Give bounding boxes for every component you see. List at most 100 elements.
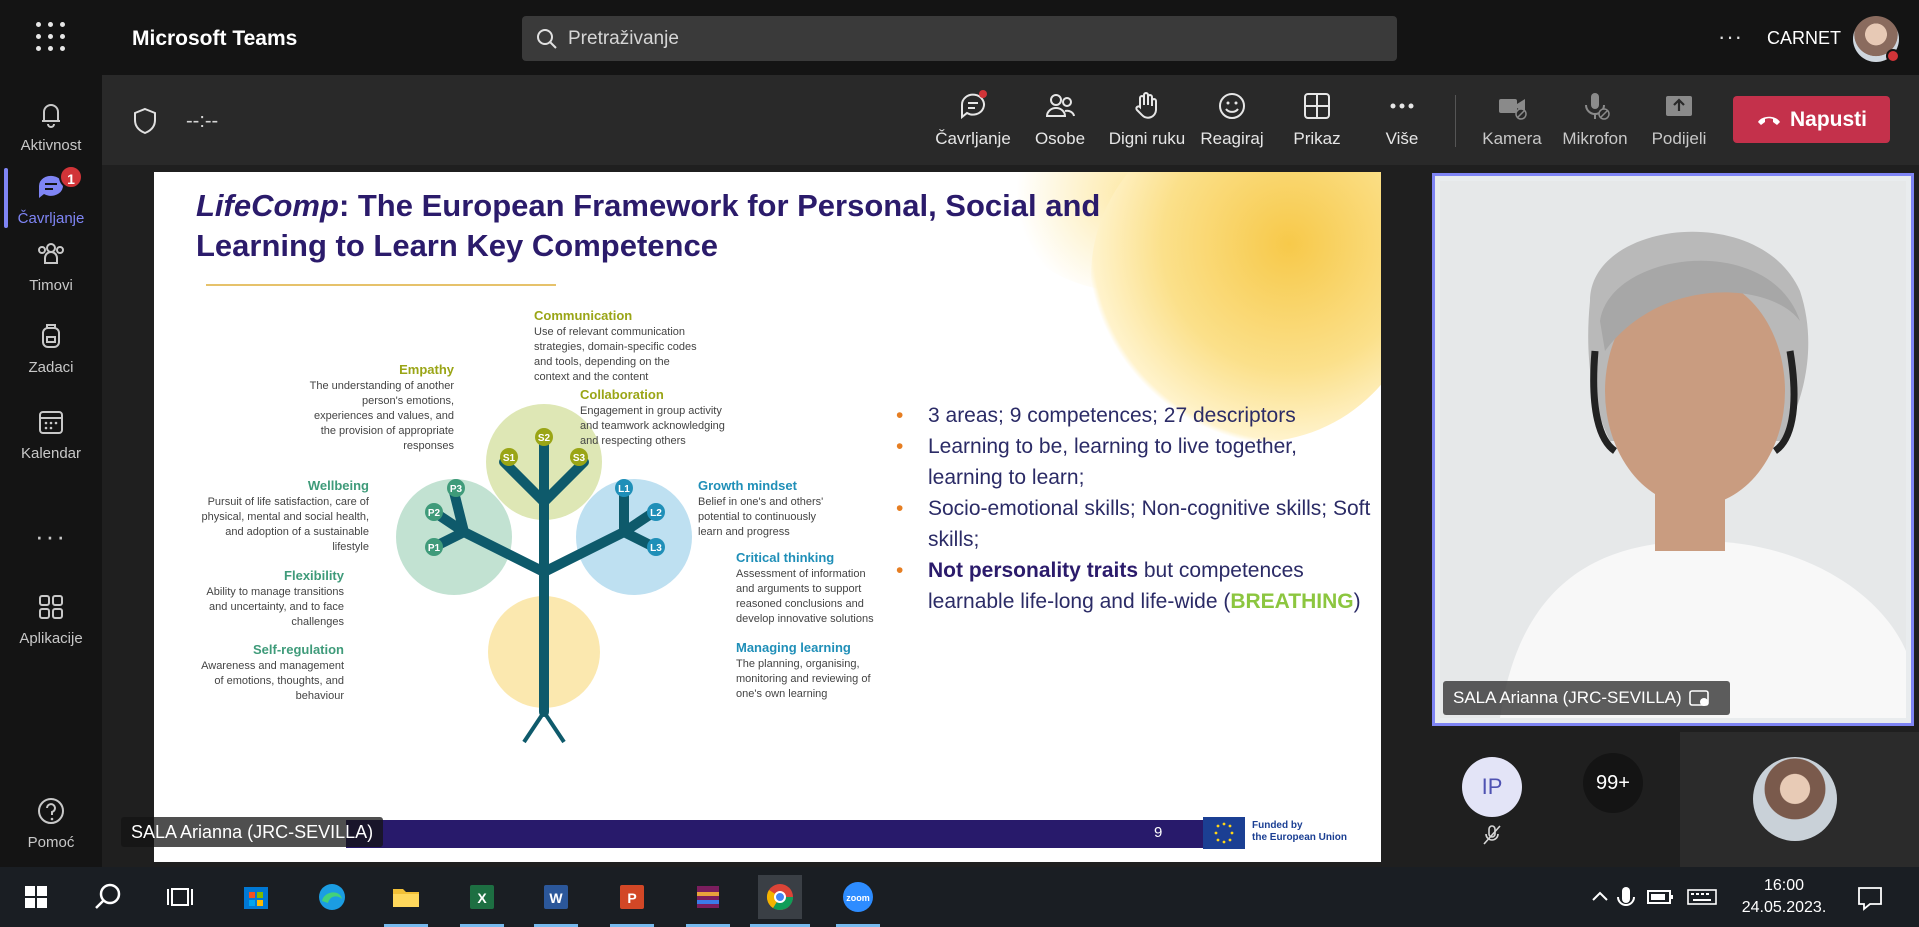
leave-button[interactable]: Napusti [1733,96,1890,143]
node-s3: S3 [573,453,586,464]
comp-flexibility: Flexibility Ability to manage transition… [194,568,344,630]
leave-label: Napusti [1789,108,1867,131]
eu-flag-icon [1203,817,1245,849]
chrome-icon[interactable] [758,875,802,919]
rail-label: Zadaci [28,359,74,376]
rail-label: Kalendar [20,445,82,462]
view-button[interactable]: Prikaz [1282,85,1352,161]
teams-icon [38,243,64,264]
file-explorer-icon[interactable] [384,875,428,919]
keyboard-icon[interactable] [1680,875,1724,919]
windows-taskbar: X W P zoom 16:00 24.05.2023. [0,867,1919,927]
winrar-icon[interactable] [686,875,730,919]
search-icon[interactable] [86,875,130,919]
store-icon[interactable] [234,875,278,919]
comp-text: Awareness and management of emotions, th… [201,660,344,702]
rail-item-apps[interactable]: Aplikacije [0,580,102,660]
node-p3: P3 [450,484,463,495]
bullet-highlight: BREATHING [1230,590,1354,613]
microphone-button[interactable]: Mikrofon [1555,85,1635,161]
more-icon [1390,103,1414,109]
comp-text: The planning, organising, monitoring and… [736,658,871,700]
more-participants-button[interactable]: 99+ [1583,753,1643,813]
search-icon [537,29,557,49]
help-icon [38,798,64,824]
raise-hand-label: Digni ruku [1108,129,1186,148]
layout-icon [1304,93,1330,119]
rail-item-calendar[interactable]: Kalendar [0,395,102,475]
camera-button[interactable]: Kamera [1477,85,1547,161]
people-button[interactable]: Osobe [1024,85,1096,161]
taskbar-clock[interactable]: 16:00 24.05.2023. [1739,875,1829,919]
word-icon[interactable]: W [534,875,578,919]
react-button[interactable]: Reagiraj [1197,85,1267,161]
participant-avatar-initials[interactable]: IP [1462,757,1522,817]
apps-icon [39,595,63,619]
bullet-item: Not personality traits but competences l… [896,555,1376,617]
comp-text: Ability to manage transitions and uncert… [206,586,344,628]
comp-heading: Growth mindset [698,478,797,493]
comp-managing-learning: Managing learning The planning, organisi… [736,640,881,702]
bullet-item: 3 areas; 9 competences; 27 descriptors [896,400,1376,431]
raise-hand-button[interactable]: Digni ruku [1102,85,1192,161]
node-s1: S1 [503,453,516,464]
participant-video-image [1440,181,1906,718]
svg-text:P: P [627,890,636,906]
bullet-text: ) [1353,590,1361,613]
shield-icon[interactable] [132,107,158,135]
chat-icon [960,90,987,120]
search-box[interactable]: Pretraživanje [522,16,1397,61]
comp-empathy: Empathy The understanding of another per… [304,362,454,454]
org-name[interactable]: CARNET [1767,28,1841,49]
rail-item-help[interactable]: Pomoć [0,784,102,864]
rail-label: Čavrljanje [17,210,85,227]
eu-funding-text: Funded by the European Union [1252,820,1347,844]
more-apps-icon[interactable]: ··· [0,521,102,552]
bullet-bold: Not personality traits [928,559,1139,582]
share-label: Podijeli [1651,129,1707,148]
more-label: Više [1385,129,1419,148]
edge-browser-icon[interactable] [310,875,354,919]
rail-label: Aplikacije [19,630,83,647]
comp-critical-thinking: Critical thinking Assessment of informat… [736,550,881,627]
comp-text: Pursuit of life satisfaction, care of ph… [201,496,369,553]
self-avatar [1753,757,1837,841]
pin-icon[interactable] [1689,688,1711,708]
smile-icon [1219,93,1245,119]
presenter-name-tag: SALA Arianna (JRC-SEVILLA) [121,817,384,847]
notifications-icon[interactable] [1848,875,1892,919]
phone-hangup-icon [1757,117,1780,126]
rail-label: Timovi [29,277,73,294]
more-options-icon[interactable]: ··· [1718,24,1743,50]
task-view-icon[interactable] [158,875,202,919]
meeting-toolbar: --:-- Čavrljanje Osobe Digni ruku Reagir… [102,75,1919,165]
excel-icon[interactable]: X [460,875,504,919]
people-button-label: Osobe [1034,129,1086,148]
slide-bullets: 3 areas; 9 competences; 27 descriptors L… [896,400,1376,617]
bullet-item: Socio-emotional skills; Non-cognitive sk… [896,493,1376,555]
rail-item-teams[interactable]: Timovi [0,227,102,307]
status-indicator [1886,49,1900,63]
battery-icon[interactable] [1638,875,1682,919]
comp-text: Engagement in group activity and teamwor… [580,405,725,447]
more-button[interactable]: Više [1367,85,1437,161]
hand-icon [1135,92,1157,119]
zoom-icon[interactable]: zoom [836,875,880,919]
rail-item-assignments[interactable]: Zadaci [0,309,102,389]
comp-text: Belief in one's and others' potential to… [698,496,824,538]
search-input[interactable]: Pretraživanje [568,28,679,50]
participant-video-tile[interactable] [1432,173,1914,726]
share-button[interactable]: Podijeli [1644,85,1714,161]
comp-heading: Wellbeing [307,478,369,493]
powerpoint-icon[interactable]: P [610,875,654,919]
react-label: Reagiraj [1200,129,1264,148]
top-bar: Microsoft Teams Pretraživanje ··· CARNET [0,0,1919,75]
rail-item-activity[interactable]: Aktivnost [0,87,102,167]
app-launcher-icon[interactable] [36,22,66,52]
svg-text:zoom: zoom [846,893,870,903]
windows-start-icon[interactable] [14,875,58,919]
comp-heading: Self-regulation [252,642,344,657]
participant-video [1440,181,1906,718]
rail-label: Pomoć [27,834,75,851]
chat-button[interactable]: Čavrljanje [933,85,1013,161]
